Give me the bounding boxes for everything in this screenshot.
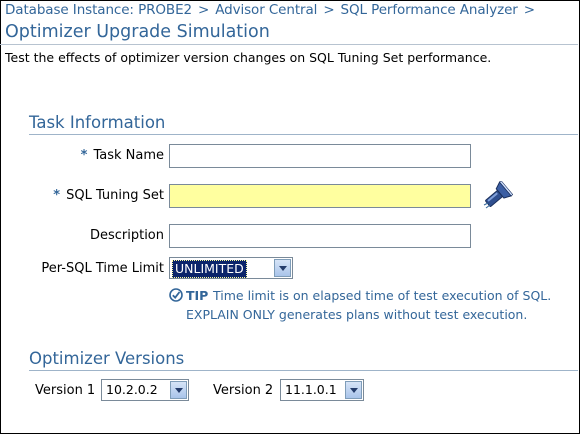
flashlight-search-icon[interactable]: [481, 181, 513, 211]
version-2-select[interactable]: 11.1.0.1: [280, 379, 364, 401]
chevron-down-icon[interactable]: [345, 381, 362, 399]
tip-text-line-2: EXPLAIN ONLY generates plans without tes…: [186, 307, 528, 322]
description-input[interactable]: [169, 224, 471, 248]
page-frame: [0, 0, 580, 434]
task-name-input[interactable]: [169, 144, 471, 168]
tip-check-icon: [169, 288, 183, 302]
required-marker: *: [53, 188, 61, 203]
breadcrumb-advisor-central[interactable]: Advisor Central: [215, 2, 317, 18]
title-divider: [0, 44, 578, 45]
time-limit-label: Per-SQL Time Limit: [41, 261, 164, 276]
description-label: Description: [89, 228, 164, 243]
page-title: Optimizer Upgrade Simulation: [5, 22, 270, 42]
breadcrumb-separator: >: [323, 2, 335, 18]
version-1-select[interactable]: 10.2.0.2: [101, 379, 189, 401]
time-limit-select[interactable]: UNLIMITED: [169, 257, 293, 279]
breadcrumb-separator: >: [523, 2, 535, 18]
breadcrumb-separator: >: [198, 2, 210, 18]
task-name-label: * Task Name: [80, 148, 164, 163]
chevron-down-icon[interactable]: [170, 381, 187, 399]
time-limit-selected-value: UNLIMITED: [172, 260, 247, 278]
version-2-label: Version 2: [213, 383, 274, 398]
breadcrumb-database-instance[interactable]: Database Instance: PROBE2: [5, 2, 192, 18]
required-marker: *: [80, 148, 88, 163]
breadcrumb-sql-performance-analyzer[interactable]: SQL Performance Analyzer: [341, 2, 518, 18]
version-1-label: Version 1: [35, 383, 96, 398]
chevron-down-icon[interactable]: [274, 259, 291, 277]
optimizer-versions-header: Optimizer Versions: [29, 349, 185, 368]
tip-label: TIP: [186, 288, 209, 303]
sql-tuning-set-label: * SQL Tuning Set: [53, 188, 164, 203]
task-information-header: Task Information: [29, 113, 166, 132]
optimizer-versions-divider: [29, 370, 578, 371]
tip-text-line-1: Time limit is on elapsed time of test ex…: [213, 288, 552, 303]
breadcrumb: Database Instance: PROBE2 > Advisor Centra…: [5, 2, 580, 18]
task-information-divider: [29, 134, 578, 135]
sql-tuning-set-input[interactable]: [169, 184, 471, 208]
page-description: Test the effects of optimizer version ch…: [5, 50, 492, 65]
version-2-selected-value: 11.1.0.1: [285, 382, 337, 397]
version-1-selected-value: 10.2.0.2: [106, 382, 158, 397]
